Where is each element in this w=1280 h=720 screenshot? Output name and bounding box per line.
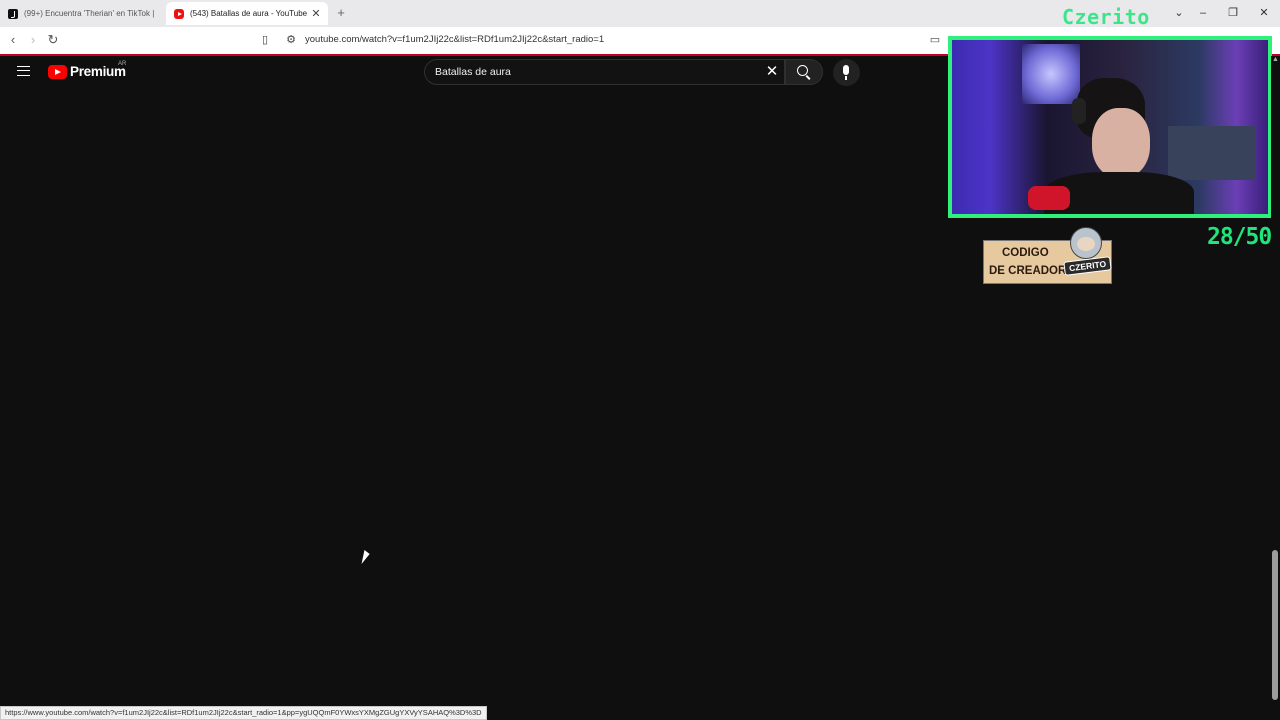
creator-code-badge: CODIGO DE CREADOR CZERITO [983, 227, 1112, 284]
link-status-bar: https://www.youtube.com/watch?v=f1um2JIj… [0, 706, 487, 720]
webcam-microphone [1028, 186, 1070, 210]
search-value: Batallas de aura [435, 66, 511, 78]
webcam-person-face [1092, 108, 1150, 178]
minimize-button[interactable]: – [1196, 5, 1210, 21]
youtube-icon [174, 8, 184, 19]
tab-title: (99+) Encuentra 'Therian' en TikTok | [24, 9, 155, 18]
streamer-name-overlay: Czerito [1062, 5, 1150, 29]
new-tab-button[interactable]: + [334, 5, 348, 21]
goal-counter: 28/50 [1207, 224, 1272, 250]
webcam-shelf [1168, 126, 1256, 180]
address-bar[interactable]: youtube.com/watch?v=f1um2JIj22c&list=RDf… [305, 34, 604, 45]
creator-code-line2: DE CREADOR [989, 265, 1067, 277]
restore-button[interactable]: ❐ [1226, 5, 1240, 21]
search-icon [797, 65, 808, 76]
forward-arrow-icon[interactable]: › [25, 32, 41, 48]
mascot-image [1070, 227, 1102, 259]
menu-icon[interactable] [17, 66, 30, 76]
webcam-headset [1072, 98, 1086, 124]
scroll-up-icon[interactable]: ▲ [1272, 56, 1279, 64]
youtube-logo-icon[interactable] [48, 65, 67, 79]
tab-youtube[interactable]: (543) Batallas de aura - YouTube ✕ [166, 2, 328, 25]
search-input[interactable]: Batallas de aura ✕ [424, 59, 785, 85]
creator-tag: CZERITO [1063, 256, 1112, 276]
creator-code-line1: CODIGO [1002, 247, 1049, 259]
search-button[interactable] [785, 59, 823, 85]
bookmark-icon[interactable]: ▯ [258, 32, 272, 48]
youtube-masthead: Premium AR Batallas de aura ✕ [0, 56, 950, 90]
tab-close-icon[interactable]: ✕ [310, 7, 322, 20]
tab-title: (543) Batallas de aura - YouTube [190, 9, 308, 18]
mouse-cursor-icon [361, 550, 371, 564]
scrollbar-thumb[interactable] [1272, 550, 1278, 700]
tiktok-icon [8, 8, 18, 19]
tab-tiktok[interactable]: (99+) Encuentra 'Therian' en TikTok | [0, 2, 160, 25]
cast-icon[interactable]: ▭ [928, 32, 942, 48]
tabs-menu-icon[interactable]: ⌄ [1172, 5, 1186, 21]
webcam-light [1022, 44, 1080, 104]
back-arrow-icon[interactable]: ‹ [5, 32, 21, 48]
webcam-overlay [948, 36, 1272, 218]
window-close-button[interactable]: ✕ [1257, 5, 1271, 21]
region-code: AR [118, 61, 127, 67]
site-settings-icon[interactable]: ⚙ [284, 32, 298, 48]
voice-search-button[interactable] [833, 59, 860, 86]
clear-search-icon[interactable]: ✕ [764, 63, 780, 81]
reload-icon[interactable]: ↻ [45, 32, 61, 48]
microphone-icon [843, 65, 849, 80]
page-scrollbar[interactable]: ▲ [1271, 56, 1280, 708]
